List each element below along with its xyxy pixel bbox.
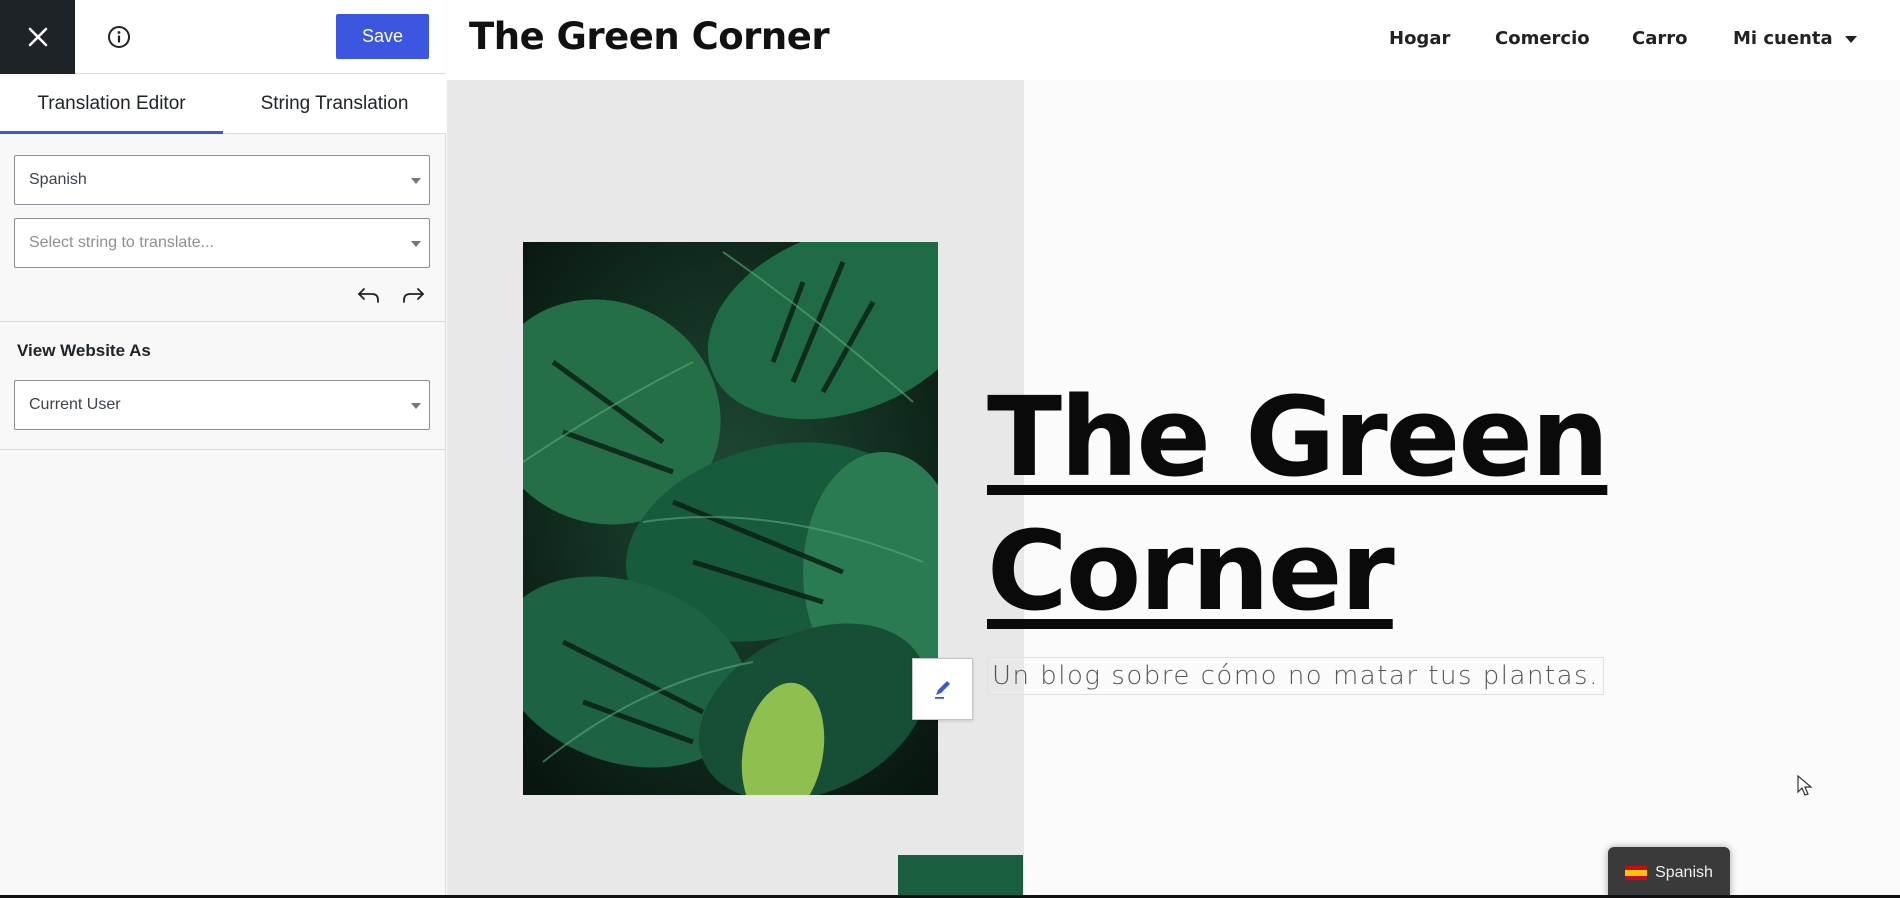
chevron-down-icon: [411, 178, 421, 184]
tab-translation-editor[interactable]: Translation Editor: [0, 74, 223, 134]
redo-button[interactable]: [398, 282, 428, 308]
website-preview: The Green Corner Hogar Comercio Carro Mi…: [447, 0, 1900, 898]
view-as-select[interactable]: Current User: [14, 380, 430, 430]
section-divider: [0, 321, 446, 322]
translation-editor-panel: Save Translation Editor String Translati…: [0, 0, 446, 898]
nav-item-mi-cuenta[interactable]: Mi cuenta: [1733, 28, 1857, 49]
chevron-down-icon: [411, 403, 421, 409]
site-tagline[interactable]: Un blog sobre cómo no matar tus plantas.: [987, 657, 1604, 695]
language-select[interactable]: Spanish: [14, 155, 430, 205]
tab-string-translation[interactable]: String Translation: [223, 74, 446, 133]
view-as-select-value: Current User: [29, 396, 121, 413]
site-logo[interactable]: The Green Corner: [469, 15, 830, 58]
info-button[interactable]: [106, 24, 132, 50]
info-icon: [108, 26, 130, 48]
view-website-as-label: View Website As: [17, 341, 151, 360]
pencil-icon: [934, 681, 950, 699]
undo-icon: [358, 288, 379, 303]
nav-item-mi-cuenta-label: Mi cuenta: [1733, 28, 1833, 49]
close-icon: [28, 27, 47, 47]
hero-title-line-2: Corner: [987, 507, 1395, 635]
editor-topbar: Save: [0, 0, 446, 74]
nav-item-hogar[interactable]: Hogar: [1389, 28, 1450, 49]
site-header: The Green Corner Hogar Comercio Carro Mi…: [447, 0, 1900, 80]
language-switcher[interactable]: Spanish: [1608, 847, 1730, 898]
mouse-cursor-icon: [1797, 775, 1813, 796]
close-button[interactable]: [0, 0, 75, 74]
language-select-value: Spanish: [29, 171, 87, 188]
spain-flag-icon: [1625, 865, 1648, 880]
section-divider: [0, 449, 446, 450]
language-switcher-label: Spanish: [1655, 863, 1713, 881]
save-button[interactable]: Save: [336, 14, 429, 59]
caret-down-icon: [1844, 35, 1857, 43]
string-select[interactable]: Select string to translate...: [14, 218, 430, 268]
nav-item-carro[interactable]: Carro: [1632, 28, 1687, 49]
chevron-down-icon: [411, 241, 421, 247]
editor-tabs: Translation Editor String Translation: [0, 74, 446, 134]
undo-button[interactable]: [354, 282, 384, 308]
hero-title-line-1: The Green: [987, 373, 1609, 501]
redo-icon: [403, 288, 424, 303]
monstera-leaves-image: [523, 242, 938, 795]
nav-item-comercio[interactable]: Comercio: [1495, 28, 1590, 49]
hero-title[interactable]: The Green Corner: [987, 370, 1687, 638]
edit-translation-button[interactable]: [912, 658, 973, 720]
string-select-placeholder: Select string to translate...: [29, 234, 214, 251]
hero-cta-button[interactable]: [898, 855, 1023, 898]
